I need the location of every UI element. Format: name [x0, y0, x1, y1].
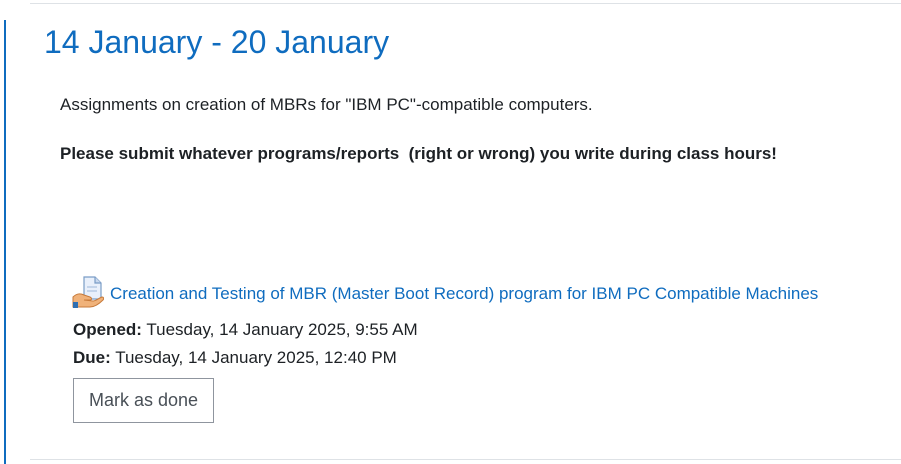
current-section-marker: [4, 20, 6, 464]
due-label: Due:: [73, 348, 111, 367]
section-title[interactable]: 14 January - 20 January: [44, 22, 389, 62]
assignment-activity: Creation and Testing of MBR (Master Boot…: [72, 274, 901, 423]
section-bottom-divider: [30, 459, 901, 460]
activity-dates: Opened: Tuesday, 14 January 2025, 9:55 A…: [73, 316, 901, 372]
mark-as-done-button[interactable]: Mark as done: [73, 378, 215, 423]
opened-label: Opened:: [73, 320, 142, 339]
section-summary: Assignments on creation of MBRs for "IBM…: [60, 94, 890, 165]
assignment-link[interactable]: Creation and Testing of MBR (Master Boot…: [110, 279, 818, 305]
section-top-divider: [30, 3, 901, 4]
activity-header: Creation and Testing of MBR (Master Boot…: [72, 274, 901, 310]
opened-date: Tuesday, 14 January 2025, 9:55 AM: [146, 320, 418, 339]
due-date: Tuesday, 14 January 2025, 12:40 PM: [115, 348, 397, 367]
summary-notice: Please submit whatever programs/reports …: [60, 144, 777, 163]
due-date-row: Due: Tuesday, 14 January 2025, 12:40 PM: [73, 344, 901, 372]
summary-intro: Assignments on creation of MBRs for "IBM…: [60, 95, 593, 114]
opened-date-row: Opened: Tuesday, 14 January 2025, 9:55 A…: [73, 316, 901, 344]
assignment-icon[interactable]: [72, 275, 104, 309]
course-section: 14 January - 20 January Assignments on c…: [0, 0, 901, 464]
